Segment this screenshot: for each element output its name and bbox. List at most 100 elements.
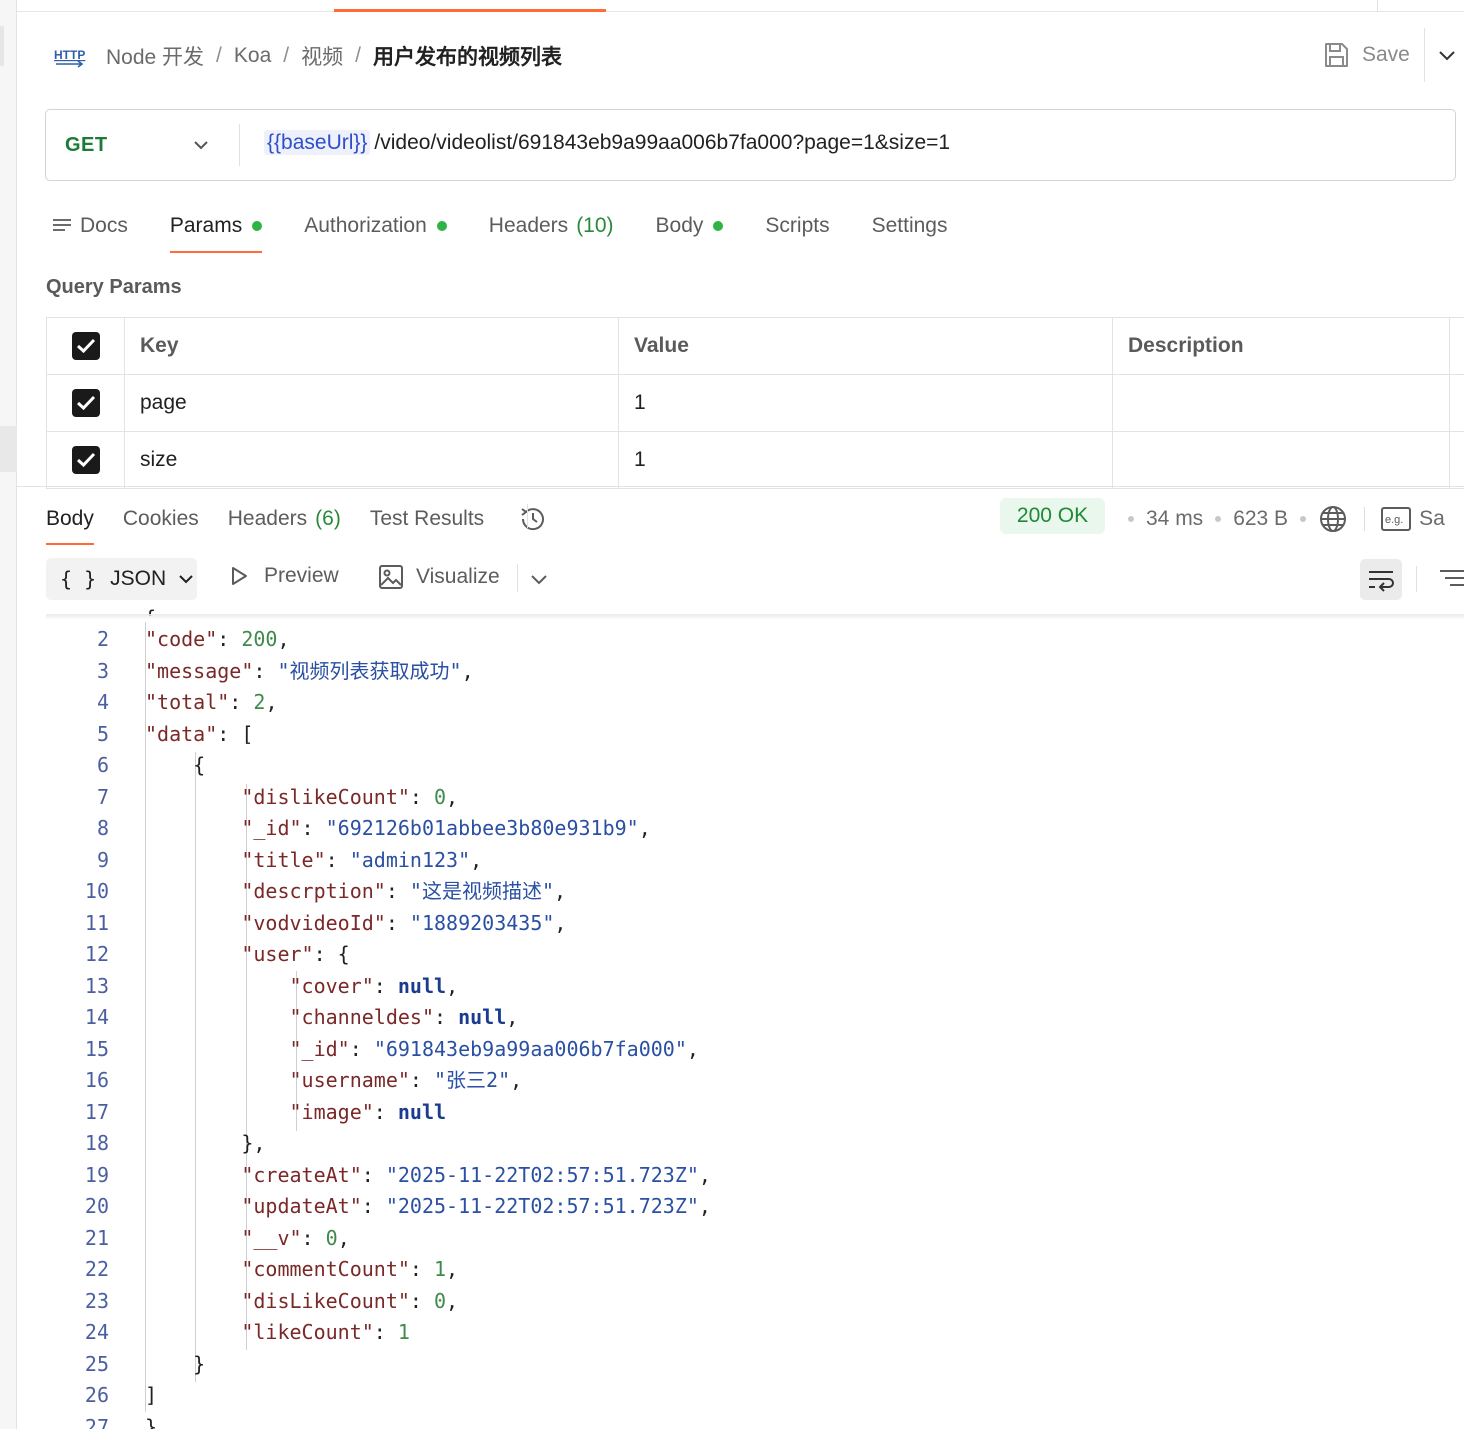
rail-marker (0, 426, 17, 472)
line-number: 18 (84, 1131, 109, 1155)
line-number: 4 (96, 690, 109, 714)
status-dot (252, 221, 263, 231)
param-description-cell[interactable] (1112, 431, 1450, 489)
active-tab-indicator[interactable] (334, 9, 606, 12)
breadcrumb-separator: / (355, 44, 361, 67)
code-line: 5 "data": [ (46, 719, 1464, 751)
globe-icon[interactable] (1318, 504, 1348, 534)
save-example-icon[interactable]: e.g. (1381, 507, 1412, 531)
response-time[interactable]: 34 ms (1146, 507, 1203, 531)
rail-marker (0, 26, 4, 66)
request-name[interactable]: 用户发布的视频列表 (373, 41, 562, 71)
history-icon[interactable] (517, 503, 549, 535)
filter-icon[interactable] (1438, 566, 1464, 592)
breadcrumb-item-subfolder[interactable]: 视频 (301, 41, 343, 71)
line-number: 12 (84, 942, 109, 966)
tab-authorization[interactable]: Authorization (304, 204, 447, 248)
code-line: 21 "__v": 0, (46, 1223, 1464, 1255)
line-number: 22 (84, 1257, 109, 1281)
param-description-cell[interactable] (1112, 374, 1450, 432)
left-sidebar-rail (0, 0, 17, 1429)
tab-label: Test Results (369, 507, 485, 530)
tab-response-headers[interactable]: Headers (6) (228, 499, 341, 539)
param-value-cell[interactable]: 1 (618, 431, 1113, 489)
code-line: 14 "channeldes": null, (46, 1002, 1464, 1034)
tab-body[interactable]: Body (656, 204, 724, 248)
response-size[interactable]: 623 B (1233, 507, 1288, 531)
line-number: 27 (84, 1414, 109, 1429)
code-line: 24 "likeCount": 1 (46, 1317, 1464, 1349)
meta-separator (1128, 516, 1134, 522)
example-icon-text: e.g. (1385, 514, 1403, 526)
tab-test-results[interactable]: Test Results (370, 499, 484, 539)
chevron-down-icon[interactable] (192, 136, 210, 154)
code-line: 9 "title": "admin123", (46, 845, 1464, 877)
visualize-button[interactable]: Visualize (378, 564, 500, 590)
tab-scripts[interactable]: Scripts (765, 204, 829, 248)
tab-params[interactable]: Params (169, 204, 263, 253)
chevron-down-icon (179, 575, 193, 584)
chevron-down-icon[interactable] (529, 569, 549, 589)
query-params-table: Key Value Description page 1 size 1 (46, 317, 1464, 489)
request-tab-strip (17, 0, 1464, 12)
code-text: "_id": "692126b01abbee3b80e931b9", (241, 816, 651, 840)
tab-headers[interactable]: Headers (10) (489, 204, 614, 248)
url-bar: GET {{baseUrl}}/video/videolist/691843eb… (45, 109, 1456, 181)
tab-response-body[interactable]: Body (46, 499, 94, 545)
format-select[interactable]: { } JSON (46, 558, 197, 600)
breadcrumb-separator: / (216, 44, 222, 67)
breadcrumb-item-collection[interactable]: Node 开发 (106, 41, 204, 71)
table-row: size 1 (46, 431, 1464, 489)
code-line: 10 "descrption": "这是视频描述", (46, 876, 1464, 908)
tab-settings[interactable]: Settings (872, 204, 948, 248)
meta-separator (1215, 516, 1222, 522)
url-input[interactable]: {{baseUrl}}/video/videolist/691843eb9a99… (264, 130, 950, 155)
toolbar-divider (517, 564, 518, 592)
response-meta: 34 ms 623 B e.g. Sa (1116, 504, 1445, 534)
param-key-cell[interactable]: size (124, 431, 619, 489)
save-button[interactable]: Save (1322, 38, 1410, 72)
tab-docs[interactable]: Docs (52, 204, 128, 248)
wrap-lines-button[interactable] (1360, 559, 1402, 600)
format-label: JSON (110, 567, 167, 590)
tab-cookies[interactable]: Cookies (123, 499, 199, 539)
line-number: 8 (96, 816, 109, 840)
preview-button[interactable]: Preview (228, 564, 339, 588)
tab-label: Settings (871, 214, 948, 237)
docs-icon (53, 219, 71, 231)
code-text: "title": "admin123", (241, 847, 483, 872)
line-number: 17 (84, 1099, 109, 1124)
column-header-value: Value (618, 317, 1113, 375)
row-checkbox[interactable] (71, 389, 100, 417)
code-text: "total": 2, (145, 690, 278, 714)
tab-count: (10) (576, 214, 614, 237)
code-text: "updateAt": "2025-11-22T02:57:51.723Z", (241, 1194, 711, 1218)
breadcrumb-item-folder[interactable]: Koa (234, 44, 271, 68)
chevron-down-icon[interactable] (1436, 44, 1458, 66)
code-line: 22 "commentCount": 1, (46, 1254, 1464, 1286)
save-response-label[interactable]: Sa (1419, 507, 1445, 531)
code-text: } (145, 1414, 158, 1429)
code-line: 23 "disLikeCount": 0, (46, 1286, 1464, 1318)
line-number: 6 (96, 753, 109, 777)
row-checkbox[interactable] (71, 446, 100, 474)
method-select[interactable]: GET (65, 134, 108, 157)
select-all-checkbox[interactable] (71, 332, 100, 360)
line-number: 5 (96, 721, 109, 746)
url-variable[interactable]: {{baseUrl}} (264, 130, 371, 155)
code-text: "commentCount": 1, (241, 1257, 459, 1281)
response-divider[interactable] (17, 486, 1464, 487)
code-text: "_id": "691843eb9a99aa006b7fa000", (289, 1036, 699, 1061)
param-value-cell[interactable]: 1 (618, 374, 1113, 432)
status-dot (713, 221, 724, 231)
column-header-description: Description (1112, 317, 1450, 375)
save-label: Save (1362, 43, 1410, 66)
status-badge[interactable]: 200 OK (1000, 498, 1105, 534)
code-line: 7 "dislikeCount": 0, (46, 782, 1464, 814)
param-key-cell[interactable]: page (124, 374, 619, 432)
line-number: 13 (84, 973, 109, 998)
response-code-viewer[interactable]: 2 "code": 200, 3 "message": "视频列表获取成功", 4 "to… (46, 624, 1464, 1429)
line-number: 25 (84, 1351, 109, 1376)
line-number: 20 (84, 1194, 109, 1218)
line-number: 3 (96, 658, 109, 683)
